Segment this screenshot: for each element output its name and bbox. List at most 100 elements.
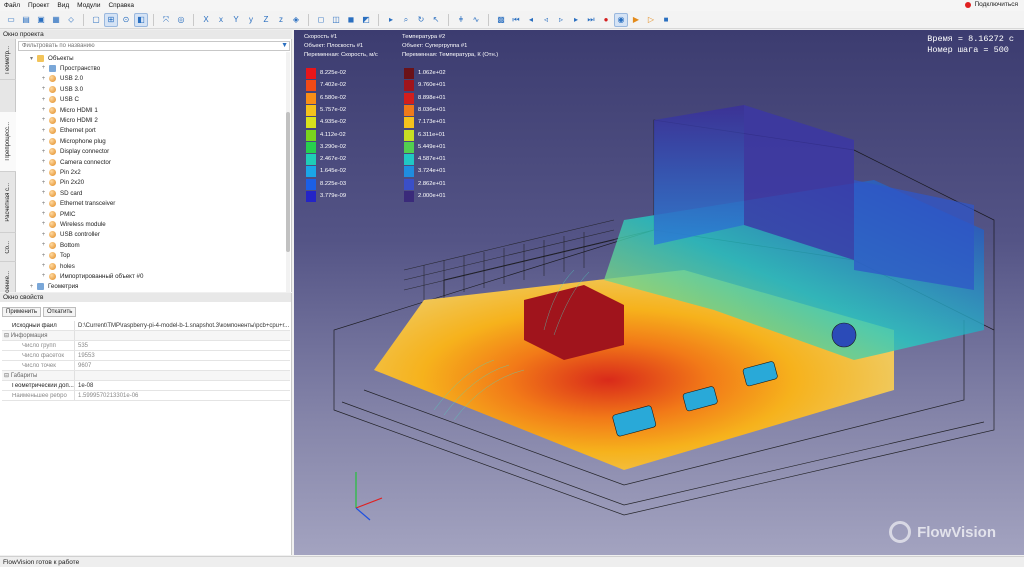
expand-icon[interactable]: + — [40, 190, 47, 196]
property-value[interactable]: 1e-08 — [74, 381, 290, 390]
expand-icon[interactable]: + — [40, 159, 47, 165]
tree-scrollbar[interactable] — [286, 52, 290, 292]
axis-y-icon[interactable]: Y — [229, 13, 243, 27]
tree-item[interactable]: + Top — [16, 251, 70, 261]
expand-icon[interactable]: ▾ — [28, 55, 35, 62]
revert-button[interactable]: Откатить — [43, 307, 77, 317]
tree-item[interactable]: + Ethernet port — [16, 126, 96, 136]
expand-icon[interactable]: + — [40, 221, 47, 227]
expand-icon[interactable]: + — [28, 284, 35, 290]
tab-mesh[interactable]: Расчетная с... — [0, 173, 16, 233]
axis-neg-z-icon[interactable]: z — [274, 13, 288, 27]
expand-icon[interactable]: + — [40, 180, 47, 186]
open-icon[interactable]: ▤ — [19, 13, 33, 27]
prev-icon[interactable]: ◂ — [524, 13, 538, 27]
expand-icon[interactable]: + — [40, 263, 47, 269]
pointer-icon[interactable]: ↖ — [429, 13, 443, 27]
tree-item[interactable]: + PMIC — [16, 209, 75, 219]
export-icon[interactable]: ⬦ — [64, 13, 78, 27]
tree-item[interactable]: + Пространство — [16, 63, 100, 73]
filter-icon[interactable]: ⊙ — [119, 13, 133, 27]
tree-item[interactable]: + USB controller — [16, 230, 100, 240]
filter-input[interactable] — [18, 41, 290, 51]
save-icon[interactable]: ▣ — [34, 13, 48, 27]
expand-icon[interactable]: + — [40, 76, 47, 82]
camera-icon[interactable]: ◉ — [614, 12, 628, 27]
record-icon[interactable]: ● — [599, 13, 613, 27]
zoom-icon[interactable]: ⌕ — [399, 13, 413, 27]
target-icon[interactable]: ◎ — [174, 13, 188, 27]
layer-icon[interactable]: ◧ — [134, 12, 148, 27]
expand-icon[interactable]: + — [40, 169, 47, 175]
group-toggle-icon[interactable]: ⊟ — [4, 333, 11, 339]
property-row[interactable]: Число групп 535 — [2, 341, 290, 351]
tree-item[interactable]: + holes — [16, 261, 75, 271]
property-row[interactable]: Исходный файл D:\Current\TMP\raspberry-pi… — [2, 321, 290, 331]
box-icon[interactable]: ◻ — [314, 13, 328, 27]
next-icon[interactable]: ▹ — [554, 13, 568, 27]
tab-geometry[interactable]: Геометр... — [0, 40, 16, 80]
3d-viewport[interactable]: Скорость #1 Объект: Плоскость #1 Переменна… — [294, 30, 1024, 555]
property-value[interactable]: 535 — [74, 341, 290, 350]
property-value[interactable]: 19553 — [74, 351, 290, 360]
menu-project[interactable]: Проект — [24, 2, 53, 9]
property-value[interactable]: 9607 — [74, 361, 290, 370]
property-value[interactable] — [74, 371, 290, 380]
property-row[interactable]: ⊟ Информация — [2, 331, 290, 341]
expand-icon[interactable]: + — [40, 107, 47, 113]
menu-file[interactable]: Файл — [0, 2, 24, 9]
stop-icon[interactable]: ■ — [659, 13, 673, 27]
menu-help[interactable]: Справка — [104, 2, 138, 9]
connect-button[interactable]: Подключиться — [965, 1, 1018, 8]
axis-neg-y-icon[interactable]: y — [244, 13, 258, 27]
solid-icon[interactable]: ◼ — [344, 13, 358, 27]
tree-item[interactable]: + Camera connector — [16, 157, 111, 167]
property-row[interactable]: Число точек 9607 — [2, 361, 290, 371]
property-row[interactable]: Число фасеток 19553 — [2, 351, 290, 361]
saveas-icon[interactable]: ▦ — [49, 13, 63, 27]
axis-neg-x-icon[interactable]: x — [214, 13, 228, 27]
graph-icon[interactable]: ∿ — [469, 13, 483, 27]
back-icon[interactable]: ◃ — [539, 13, 553, 27]
fwd-icon[interactable]: ▸ — [569, 13, 583, 27]
tree-item[interactable]: + Pin 2x2 — [16, 167, 81, 177]
expand-icon[interactable]: + — [40, 242, 47, 248]
tree-item[interactable]: + USB 3.0 — [16, 84, 83, 94]
tree-item[interactable]: + Micro HDMI 1 — [16, 105, 98, 115]
tab-preprocessor[interactable]: Препроцесс... — [0, 112, 16, 172]
menu-modules[interactable]: Модули — [73, 2, 104, 9]
play-icon[interactable]: ▸ — [384, 13, 398, 27]
expand-icon[interactable]: + — [40, 138, 47, 144]
tree-item[interactable]: + Wireless module — [16, 219, 106, 229]
expand-icon[interactable]: + — [40, 65, 47, 71]
tree-item[interactable]: + USB C — [16, 95, 79, 105]
rotate-icon[interactable]: ↻ — [414, 13, 428, 27]
expand-icon[interactable]: + — [40, 128, 47, 134]
image-icon[interactable]: ▩ — [494, 13, 508, 27]
funnel-icon[interactable]: ▼ — [281, 42, 288, 49]
section-icon[interactable]: ◩ — [359, 13, 373, 27]
scrollbar-thumb[interactable] — [286, 112, 290, 252]
new-icon[interactable]: ▭ — [4, 13, 18, 27]
tree-item[interactable]: + Micro HDMI 2 — [16, 115, 98, 125]
tree-item[interactable]: + SD card — [16, 188, 82, 198]
axis-x-icon[interactable]: X — [199, 13, 213, 27]
apply-button[interactable]: Применить — [2, 307, 42, 317]
tab-so[interactable]: Со... — [0, 234, 16, 262]
property-row[interactable]: ⊟ Габариты — [2, 371, 290, 381]
property-row[interactable]: Наименьшее ребро 1.5999570213301e-06 — [2, 391, 290, 401]
expand-icon[interactable]: + — [40, 86, 47, 92]
property-row[interactable]: Геометрический доп... 1e-08 — [2, 381, 290, 391]
run-icon[interactable]: ▶ — [629, 13, 643, 27]
tree-icon[interactable]: ⊞ — [104, 12, 118, 27]
step-icon[interactable]: ▷ — [644, 13, 658, 27]
expand-icon[interactable]: + — [40, 211, 47, 217]
expand-icon[interactable]: + — [40, 97, 47, 103]
axis-z-icon[interactable]: Z — [259, 13, 273, 27]
property-value[interactable]: 1.5999570213301e-06 — [74, 391, 290, 400]
iso-icon[interactable]: ◈ — [289, 13, 303, 27]
menu-view[interactable]: Вид — [53, 2, 73, 9]
expand-icon[interactable]: + — [40, 149, 47, 155]
probe-icon[interactable]: ǂ — [454, 13, 468, 27]
last-icon[interactable]: ⏭ — [584, 13, 598, 27]
